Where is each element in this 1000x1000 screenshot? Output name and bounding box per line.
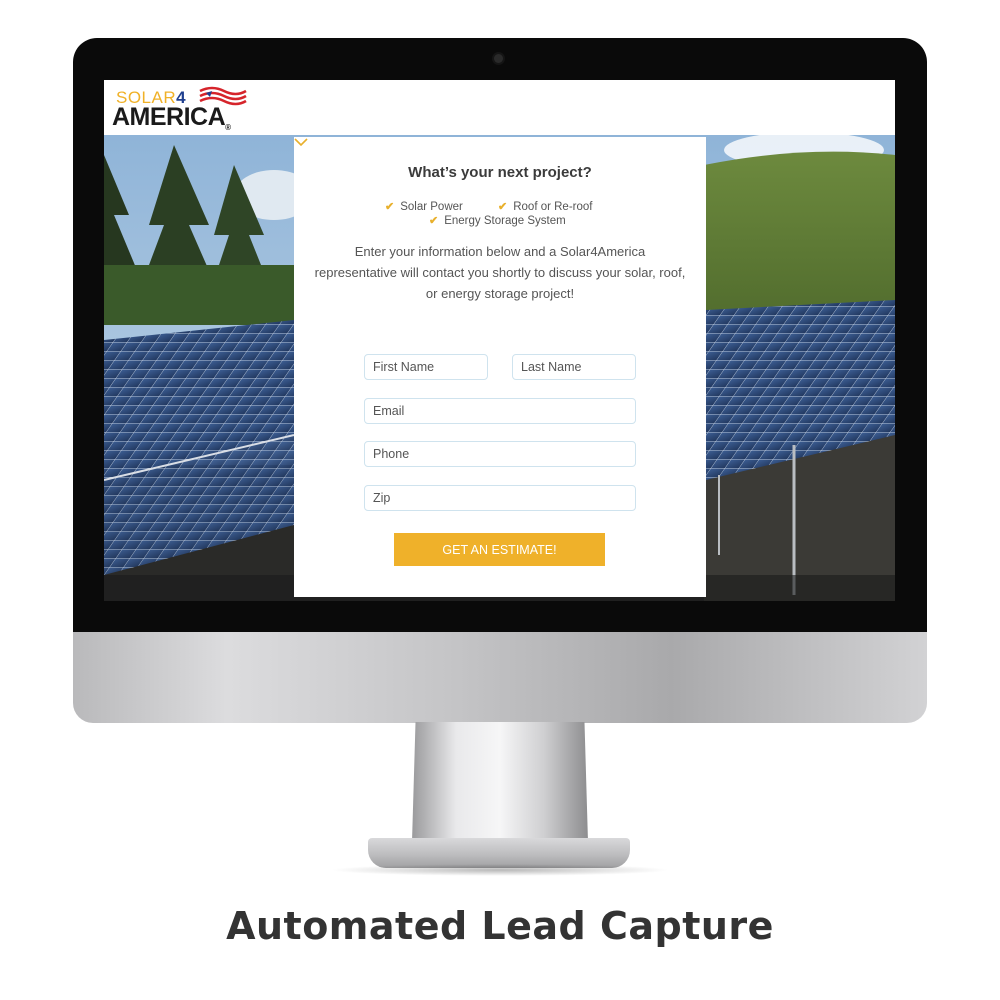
check-icon: ✔ — [385, 201, 395, 213]
get-estimate-button[interactable]: GET AN ESTIMATE! — [394, 533, 605, 566]
option-roof: ✔ Roof or Re-roof — [498, 200, 592, 213]
check-icon: ✔ — [498, 201, 508, 213]
monitor-stand-shadow — [330, 864, 670, 876]
solar4america-logo[interactable]: SOLAR4 AMERICA® — [112, 85, 262, 132]
option-energy-storage: ✔ Energy Storage System — [429, 214, 566, 227]
phone-input[interactable] — [364, 441, 636, 467]
chevron-down-icon — [294, 138, 308, 147]
option-label: Solar Power — [400, 201, 463, 213]
option-solar-power: ✔ Solar Power — [385, 200, 463, 213]
logo-america-text: AMERICA — [112, 103, 226, 131]
option-label: Roof or Re-roof — [513, 201, 593, 213]
camera-icon — [494, 54, 503, 63]
monitor-stand-neck — [412, 722, 588, 842]
email-input[interactable] — [364, 398, 636, 424]
form-description: Enter your information below and a Solar… — [314, 244, 686, 301]
hero-background: What’s your next project? ✔ Solar Power ✔… — [104, 135, 895, 601]
option-label: Energy Storage System — [444, 215, 566, 227]
site-header: SOLAR4 AMERICA® — [104, 80, 895, 135]
check-icon: ✔ — [429, 215, 439, 227]
zip-input[interactable] — [364, 485, 636, 511]
logo-registered-mark: ® — [225, 123, 231, 132]
last-name-input[interactable] — [512, 354, 636, 380]
first-name-input[interactable] — [364, 354, 488, 380]
form-title: What’s your next project? — [408, 164, 592, 181]
lead-form-card: What’s your next project? ✔ Solar Power ✔… — [294, 137, 706, 597]
screen: SOLAR4 AMERICA® What’s your next project… — [104, 80, 895, 601]
caption-text: Automated Lead Capture — [226, 904, 774, 948]
monitor-chin — [73, 632, 927, 723]
